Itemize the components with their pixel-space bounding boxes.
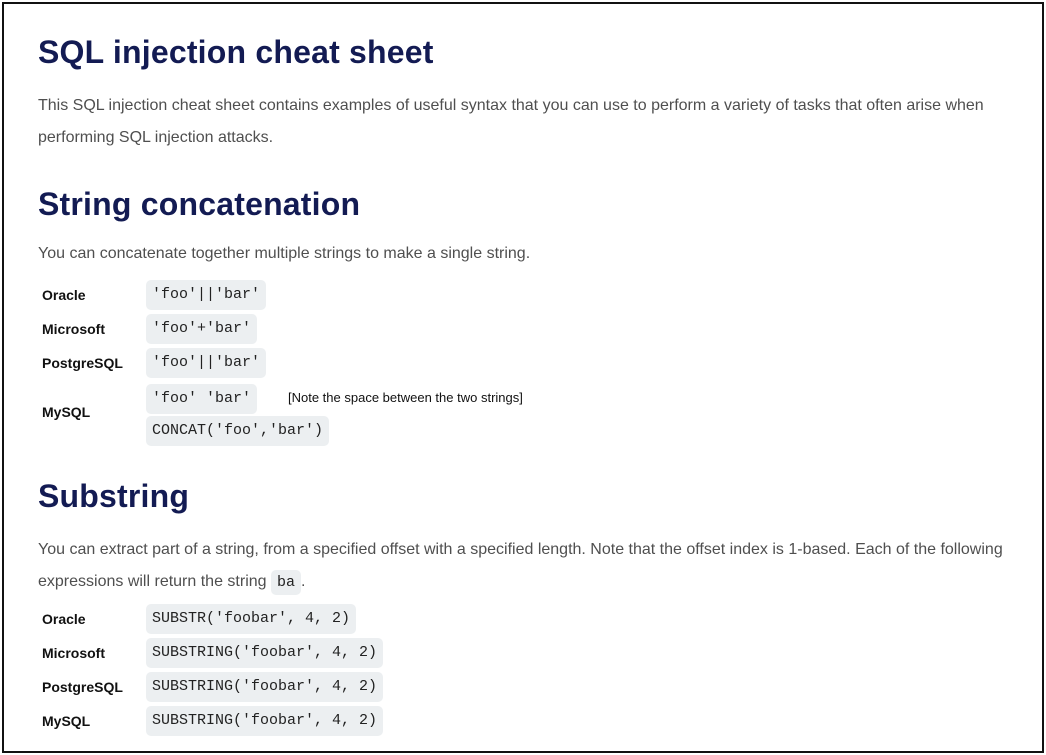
db-label-microsoft: Microsoft [42,645,105,661]
code-snippet: SUBSTRING('foobar', 4, 2) [146,706,384,736]
string-concatenation-heading: String concatenation [38,186,361,222]
db-label-oracle: Oracle [42,287,86,303]
substring-heading: Substring [38,478,190,514]
db-label-microsoft: Microsoft [42,321,105,337]
substring-description: You can extract part of a string, from a… [38,534,1028,599]
code-snippet: 'foo'||'bar' [146,280,267,310]
inline-code-ba: ba [270,570,301,595]
substring-description-text: You can extract part of a string, from a… [38,541,1003,590]
code-snippet: SUBSTR('foobar', 4, 2) [146,604,357,634]
db-label-mysql: MySQL [42,404,91,420]
db-label-postgresql: PostgreSQL [42,355,123,371]
code-snippet: 'foo'+'bar' [146,314,258,344]
code-snippet: SUBSTRING('foobar', 4, 2) [146,638,384,668]
screenshot-frame: SQL injection cheat sheet This SQL injec… [2,2,1044,753]
code-snippet: CONCAT('foo','bar') [146,416,330,446]
code-snippet: SUBSTRING('foobar', 4, 2) [146,672,384,702]
intro-paragraph: This SQL injection cheat sheet contains … [38,97,984,146]
code-snippet: 'foo' 'bar' [146,384,258,414]
db-label-postgresql: PostgreSQL [42,679,123,695]
code-snippet: 'foo'||'bar' [146,348,267,378]
mysql-space-note: [Note the space between the two strings] [288,390,523,405]
string-concatenation-description: You can concatenate together multiple st… [38,245,531,262]
substring-description-end: . [301,573,306,590]
db-label-oracle: Oracle [42,611,86,627]
page-title: SQL injection cheat sheet [38,34,434,70]
db-label-mysql: MySQL [42,713,91,729]
